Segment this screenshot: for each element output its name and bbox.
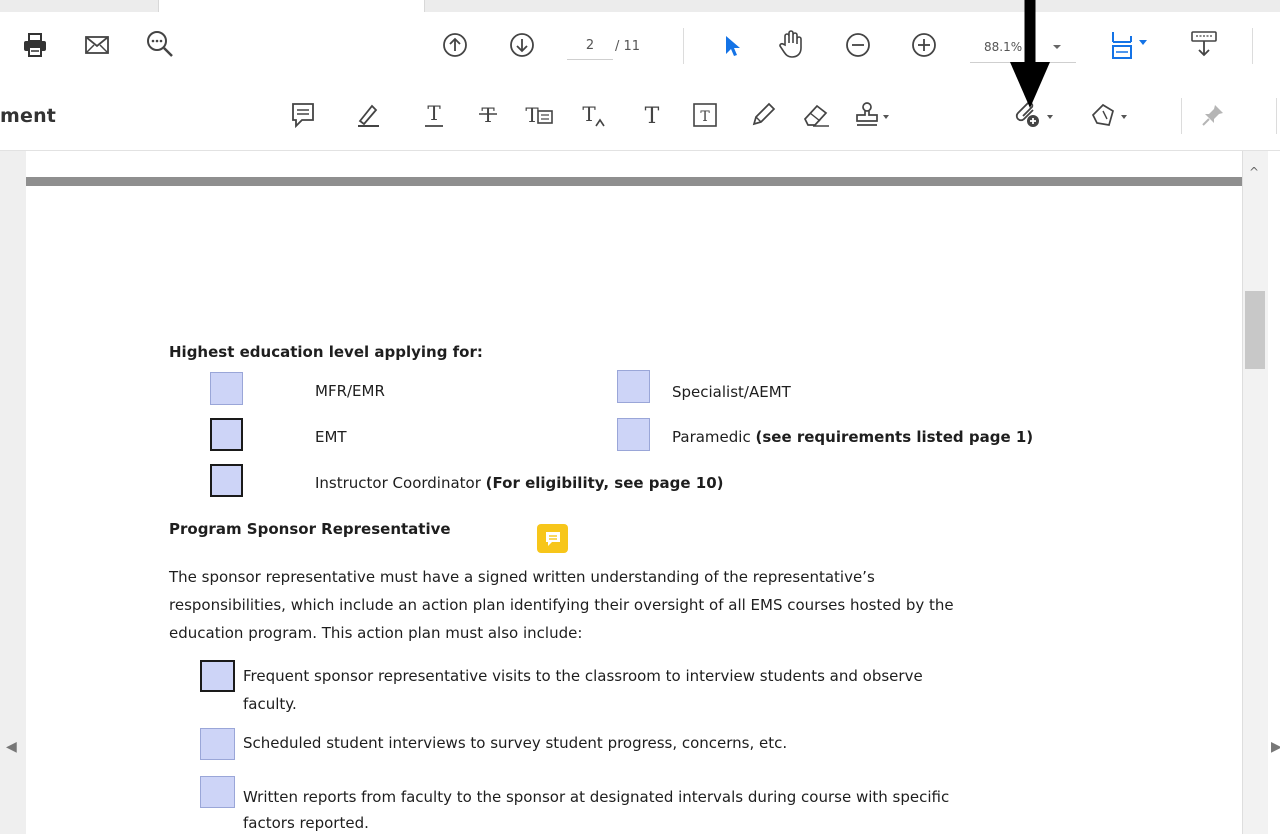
- document-content: Highest education level applying for: MF…: [0, 0, 1280, 834]
- checkbox-written-reports[interactable]: [200, 776, 235, 808]
- sticky-note-annotation[interactable]: [537, 524, 568, 553]
- sponsor-paragraph: The sponsor representative must have a s…: [169, 563, 1129, 647]
- paragraph-line: education program. This action plan must…: [169, 624, 583, 642]
- checklist-item-text: Frequent sponsor representative visits t…: [243, 667, 923, 685]
- option-label-instructor-coordinator: Instructor Coordinator (For eligibility,…: [315, 474, 724, 492]
- paragraph-line: The sponsor representative must have a s…: [169, 568, 875, 586]
- option-label-specialist-aemt: Specialist/AEMT: [672, 383, 791, 401]
- checkbox-sponsor-visits[interactable]: [200, 660, 235, 692]
- checkbox-mfr-emr[interactable]: [210, 372, 243, 405]
- checkbox-specialist-aemt[interactable]: [617, 370, 650, 403]
- checklist-item-text: factors reported.: [243, 814, 369, 832]
- paragraph-line: responsibilities, which include an actio…: [169, 596, 954, 614]
- checklist-item-text: Scheduled student interviews to survey s…: [243, 734, 788, 752]
- checkbox-paramedic[interactable]: [617, 418, 650, 451]
- option-label-mfr-emr: MFR/EMR: [315, 382, 385, 400]
- checkbox-emt[interactable]: [210, 418, 243, 451]
- checklist-item-text: Written reports from faculty to the spon…: [243, 788, 950, 806]
- education-heading: Highest education level applying for:: [169, 343, 483, 361]
- checkbox-instructor-coordinator[interactable]: [210, 464, 243, 497]
- option-label-emt: EMT: [315, 428, 347, 446]
- option-label-paramedic: Paramedic (see requirements listed page …: [672, 428, 1034, 446]
- sponsor-heading: Program Sponsor Representative: [169, 520, 451, 538]
- checkbox-student-interviews[interactable]: [200, 728, 235, 760]
- checklist-item-text: faculty.: [243, 695, 297, 713]
- comment-icon: [545, 531, 560, 546]
